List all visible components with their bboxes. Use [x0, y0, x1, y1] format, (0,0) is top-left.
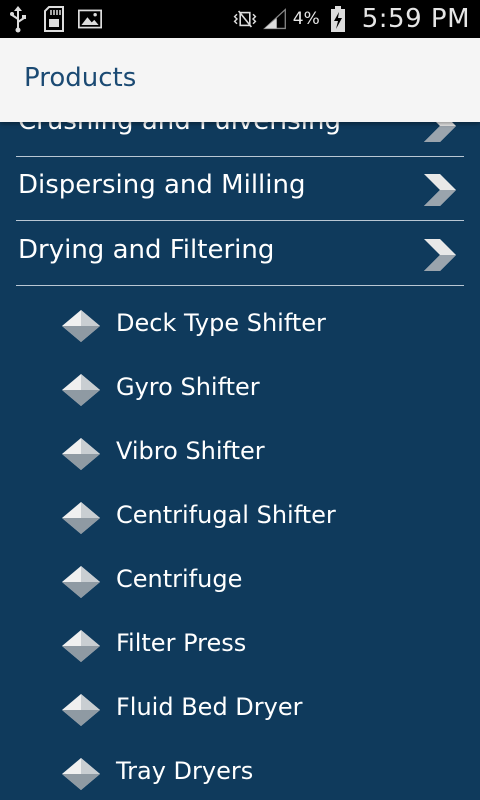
list-item-label: Tray Dryers: [116, 757, 254, 785]
diamond-bullet-icon: [60, 692, 102, 728]
usb-icon: [6, 5, 30, 33]
diamond-bullet-icon: [60, 756, 102, 792]
list-item-label: Vibro Shifter: [116, 437, 265, 465]
list-item-label: Gyro Shifter: [116, 373, 260, 401]
list-item-label: Deck Type Shifter: [116, 309, 326, 337]
sd-card-icon: [42, 5, 66, 33]
chevron-right-icon: [420, 237, 458, 273]
diamond-bullet-icon: [60, 372, 102, 408]
list-item[interactable]: Vibro Shifter: [60, 424, 460, 488]
list-item[interactable]: Centrifugal Shifter: [60, 488, 460, 552]
image-icon: [78, 5, 102, 33]
chevron-right-icon: [420, 172, 458, 208]
diamond-bullet-icon: [60, 500, 102, 536]
status-bar-left: [6, 4, 102, 34]
list-item[interactable]: Centrifuge: [60, 552, 460, 616]
status-bar-right: 4% 5:59 PM: [233, 0, 470, 38]
diamond-bullet-icon: [60, 628, 102, 664]
product-list[interactable]: Crushing and Pulverising Dispersing and …: [0, 122, 480, 800]
list-item-label: Centrifugal Shifter: [116, 501, 336, 529]
list-item[interactable]: Gyro Shifter: [60, 360, 460, 424]
app-header: Products: [0, 38, 480, 122]
battery-charging-icon: [326, 5, 350, 33]
list-item[interactable]: Filter Press: [60, 616, 460, 680]
status-bar: 4% 5:59 PM: [0, 0, 480, 38]
list-item-label: Centrifuge: [116, 565, 243, 593]
diamond-bullet-icon: [60, 564, 102, 600]
list-item[interactable]: Deck Type Shifter: [60, 296, 460, 360]
category-row-drying[interactable]: Drying and Filtering: [16, 221, 464, 286]
category-row-dispersing[interactable]: Dispersing and Milling: [16, 156, 464, 221]
list-item-label: Filter Press: [116, 629, 247, 657]
battery-percent: 4%: [292, 9, 320, 29]
category-label: Drying and Filtering: [18, 235, 275, 265]
category-row-crushing[interactable]: Crushing and Pulverising: [16, 122, 464, 157]
list-item[interactable]: Tray Dryers: [60, 744, 460, 800]
list-item[interactable]: Fluid Bed Dryer: [60, 680, 460, 744]
page-title: Products: [24, 63, 137, 93]
list-item-label: Fluid Bed Dryer: [116, 693, 303, 721]
diamond-bullet-icon: [60, 308, 102, 344]
chevron-right-icon: [420, 122, 458, 144]
category-label: Crushing and Pulverising: [18, 122, 341, 136]
status-time: 5:59 PM: [361, 4, 470, 34]
signal-icon: [262, 5, 287, 33]
diamond-bullet-icon: [60, 436, 102, 472]
category-label: Dispersing and Milling: [18, 170, 306, 200]
vibrate-icon: [233, 5, 257, 33]
